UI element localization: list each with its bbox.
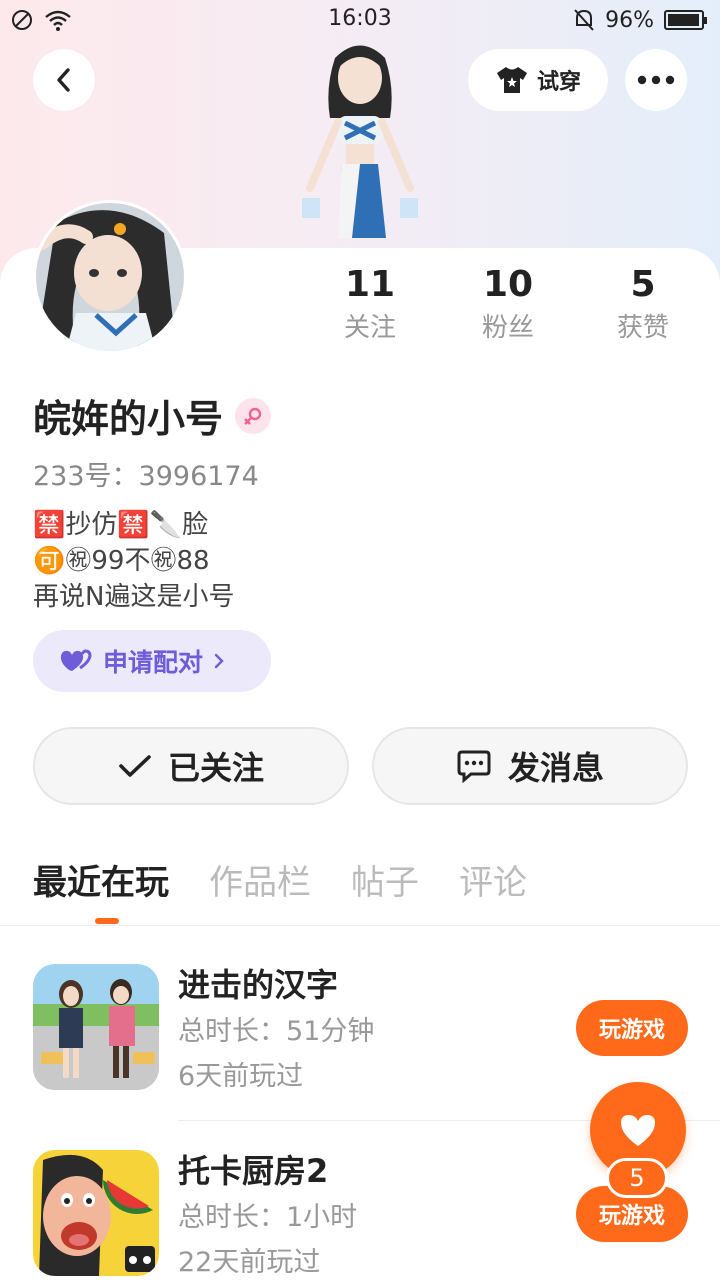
more-dots-icon (637, 75, 675, 85)
double-heart-icon (60, 649, 92, 671)
send-message-button[interactable]: 发消息 (372, 727, 688, 805)
likes-count: 5 (630, 264, 656, 305)
tab-posts[interactable]: 帖子 (351, 855, 419, 915)
like-count-badge: 5 (606, 1158, 668, 1198)
send-message-label: 发消息 (507, 749, 604, 787)
more-options-button[interactable] (625, 49, 687, 111)
profile-name-row: 皖姩的小号 (33, 388, 272, 443)
likes-label: 获赞 (616, 313, 669, 343)
profile-stats: 11 关注 10 粉丝 5 获赞 (310, 262, 710, 352)
followed-button[interactable]: 已关注 (33, 727, 349, 805)
avatar-image (36, 203, 184, 351)
request-pair-label: 申请配对 (103, 648, 204, 677)
female-gender-icon (235, 397, 272, 434)
profile-tabs: 最近在玩 作品栏 帖子 评论 (33, 855, 527, 915)
play-game-button[interactable]: 玩游戏 (576, 1000, 688, 1056)
character-figure (302, 45, 418, 238)
chevron-left-icon (57, 68, 70, 92)
active-tab-indicator (95, 918, 119, 924)
checkmark-icon (119, 755, 151, 777)
game-icon (33, 964, 159, 1090)
following-stat[interactable]: 11 关注 (310, 262, 430, 348)
followers-stat[interactable]: 10 粉丝 (448, 262, 568, 348)
following-count: 11 (344, 264, 396, 305)
game-icon (33, 1150, 159, 1276)
request-pair-button[interactable]: 申请配对 (33, 630, 271, 692)
following-label: 关注 (343, 313, 396, 343)
followers-label: 粉丝 (481, 313, 534, 343)
tabs-divider (0, 925, 720, 926)
try-on-button[interactable]: 试穿 (468, 49, 608, 111)
user-id: 233号：3996174 (33, 461, 259, 492)
likes-stat[interactable]: 5 获赞 (583, 262, 703, 348)
avatar[interactable] (33, 200, 187, 354)
tshirt-icon (496, 67, 527, 93)
heart-icon (621, 1115, 655, 1146)
try-on-label: 试穿 (536, 70, 581, 95)
followers-count: 10 (482, 264, 534, 305)
bio-line: 🈲抄仿🈲🔪脸 (33, 510, 209, 540)
tab-comments[interactable]: 评论 (459, 855, 527, 915)
profile-bio: 🈲抄仿🈲🔪脸 🉑㊗99不㊗88 再说N遍这是小号 (33, 507, 234, 615)
back-button[interactable] (33, 49, 95, 111)
followed-label: 已关注 (167, 749, 264, 787)
game-title: 进击的汉字 (178, 966, 339, 1004)
chat-bubble-icon (457, 750, 491, 783)
game-last-played: 22天前玩过 (178, 1247, 321, 1278)
profile-name: 皖姩的小号 (33, 397, 224, 441)
status-time: 16:03 (328, 6, 392, 31)
tab-recently-played[interactable]: 最近在玩 (33, 855, 169, 915)
game-last-played: 6天前玩过 (178, 1061, 304, 1092)
bio-line: 🉑㊗99不㊗88 (33, 546, 210, 576)
tab-works[interactable]: 作品栏 (209, 855, 311, 915)
game-duration: 总时长：51分钟 (178, 1016, 375, 1047)
game-title: 托卡厨房2 (178, 1152, 329, 1190)
game-duration: 总时长：1小时 (178, 1202, 358, 1233)
battery-icon (664, 10, 707, 30)
status-bar: 16:03 96% (0, 0, 720, 40)
bio-line: 再说N遍这是小号 (33, 582, 235, 612)
chevron-right-icon (214, 653, 224, 669)
